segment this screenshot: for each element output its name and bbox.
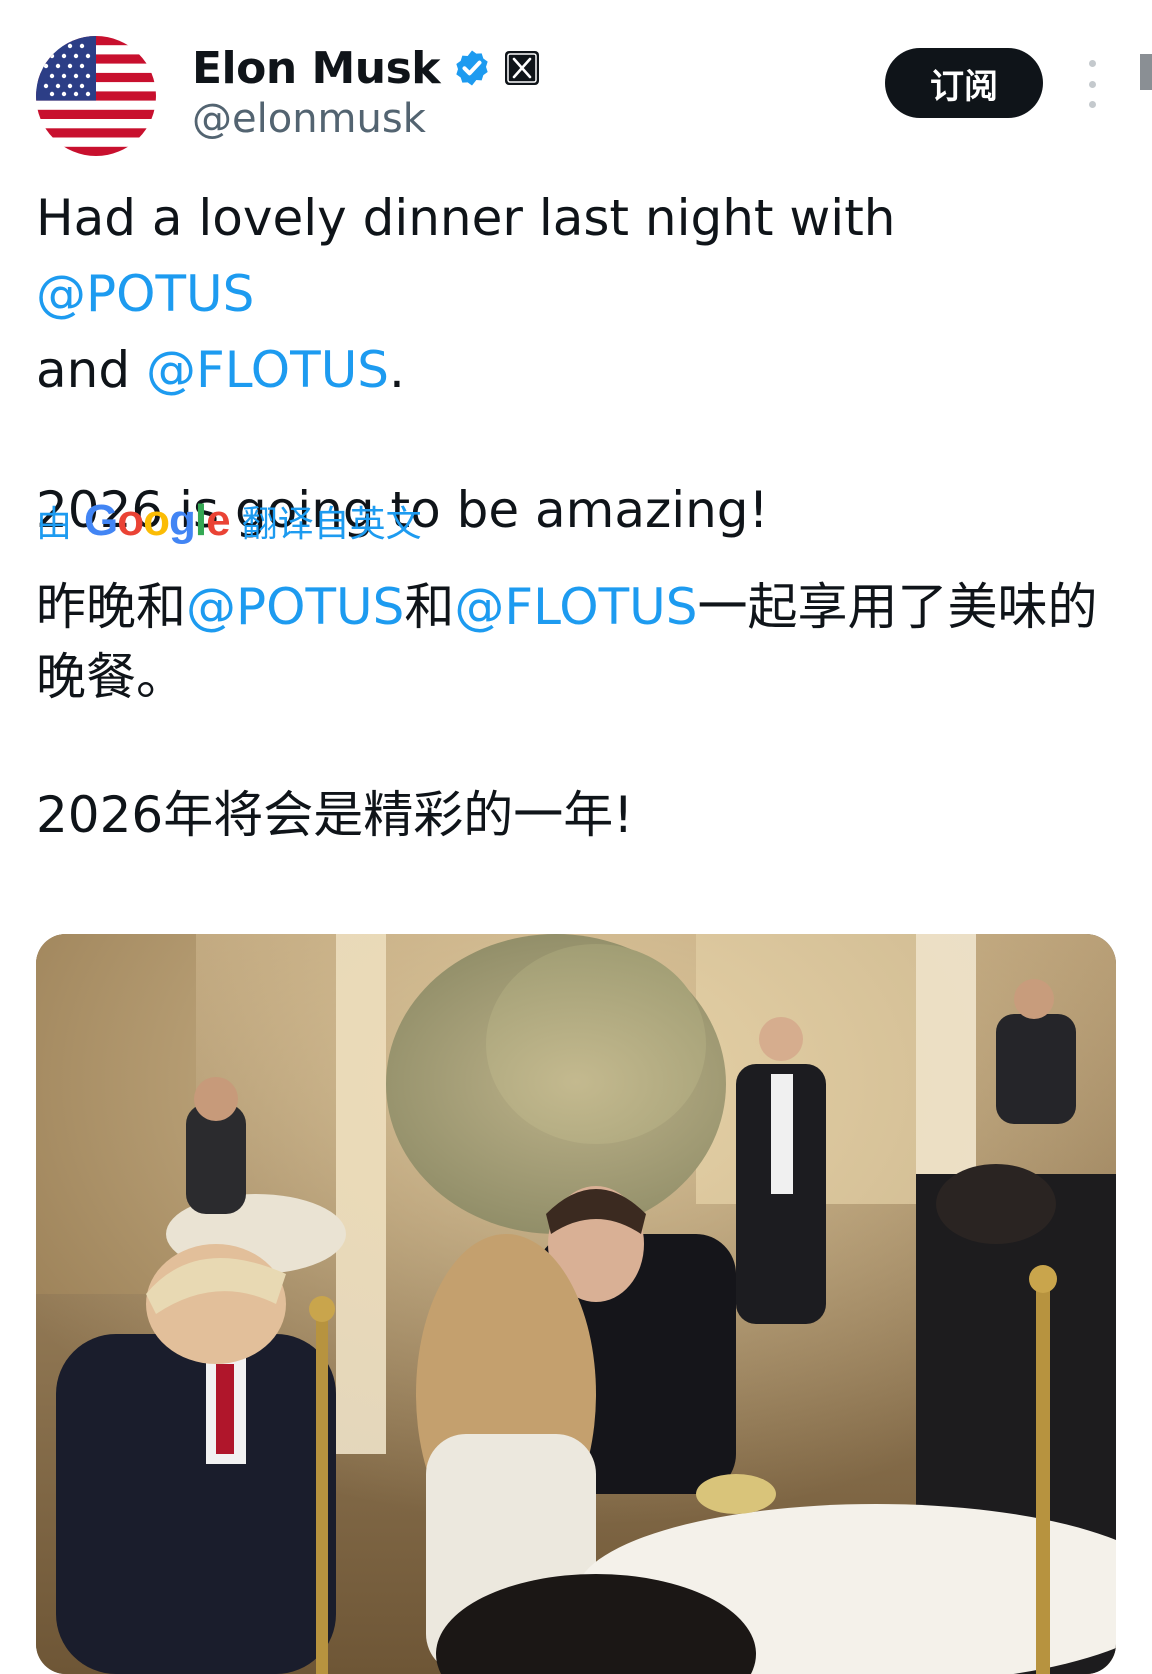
mention-link-flotus-translated[interactable]: @FLOTUS: [454, 578, 697, 636]
us-flag-avatar: [36, 36, 156, 156]
translated-by-label: 由: [36, 504, 73, 545]
translated-from-label: 翻译自英文: [241, 504, 422, 545]
translated-text: 昨晚和@POTUS和@FLOTUS一起享用了美味的晚餐。 2026年将会是精彩的…: [36, 572, 1126, 850]
verified-badge-icon[interactable]: [452, 48, 492, 88]
translation-segment: 和: [404, 578, 455, 636]
tweet-line-1: Had a lovely dinner last night with @POT…: [36, 180, 1126, 332]
google-logo: Google: [84, 496, 231, 545]
translation-paragraph-1: 昨晚和@POTUS和@FLOTUS一起享用了美味的晚餐。: [36, 572, 1126, 712]
tweet-text-segment: and: [36, 341, 146, 399]
tweet-text-segment: .: [389, 341, 405, 399]
translation-attribution[interactable]: 由 Google 翻译自英文: [36, 496, 422, 546]
more-dot: [1088, 80, 1096, 88]
translation-segment: 昨晚和: [36, 578, 186, 636]
scrollbar-thumb[interactable]: [1140, 54, 1152, 90]
subscribe-button[interactable]: 订阅: [885, 48, 1043, 118]
author-name-row: Elon Musk: [192, 40, 540, 96]
tweet-photo[interactable]: [36, 934, 1116, 1674]
mention-link-potus-translated[interactable]: @POTUS: [186, 578, 404, 636]
author-handle[interactable]: @elonmusk: [192, 96, 426, 142]
tweet-line-2: and @FLOTUS.: [36, 332, 1126, 408]
dinner-photo-illustration: [36, 934, 1116, 1674]
tweet-text-segment: Had a lovely dinner last night with: [36, 189, 896, 247]
more-vertical-icon[interactable]: [1080, 60, 1104, 108]
tweet-text: Had a lovely dinner last night with @POT…: [36, 180, 1126, 548]
mention-link-flotus[interactable]: @FLOTUS: [146, 341, 389, 399]
translation-paragraph-2: 2026年将会是精彩的一年!: [36, 786, 634, 844]
more-dot: [1088, 101, 1096, 108]
author-display-name[interactable]: Elon Musk: [192, 43, 441, 94]
mention-link-potus[interactable]: @POTUS: [36, 265, 254, 323]
avatar[interactable]: [36, 36, 156, 156]
x-logo-icon[interactable]: [504, 50, 540, 86]
more-dot: [1088, 60, 1096, 67]
